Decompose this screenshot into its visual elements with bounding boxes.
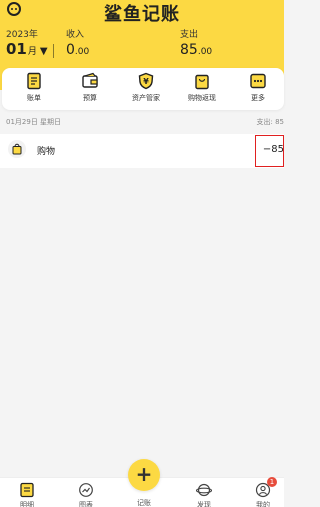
month-selector[interactable]: 01月 ▼ [6, 40, 48, 58]
quick-toolbar: 账单 预算 ¥ 资产管家 购物返现 更多 [2, 68, 284, 110]
svg-text:¥: ¥ [143, 77, 149, 86]
expense-int: 85 [180, 42, 198, 58]
budget-icon [82, 72, 98, 88]
tab-discover-label: 发现 [197, 501, 211, 507]
tab-detail[interactable]: 明细 [7, 482, 47, 507]
tab-profile[interactable]: 我的 [243, 482, 283, 507]
tab-chart-label: 图表 [79, 501, 93, 507]
year-label: 2023年 [6, 30, 38, 40]
asset-shield-icon: ¥ [138, 72, 154, 90]
more-icon [250, 73, 266, 89]
month-suffix: 月 [27, 47, 37, 57]
tab-detail-label: 明细 [20, 501, 34, 507]
shopping-bag-icon [195, 74, 209, 90]
tool-asset-manager-label: 资产管家 [132, 94, 160, 102]
app-title: 鲨鱼记账 [104, 4, 180, 25]
day-expense-total: 支出: 85 [256, 118, 285, 126]
month-value: 01 [6, 40, 27, 58]
chart-icon [79, 483, 93, 497]
detail-icon [20, 482, 34, 498]
tool-bill[interactable]: 账单 [4, 72, 64, 103]
bill-icon [27, 72, 41, 90]
record-row[interactable]: 购物 −85 [0, 134, 284, 168]
record-category: 购物 [37, 147, 56, 157]
header-divider [53, 44, 54, 58]
tool-budget-label: 预算 [83, 94, 97, 102]
tool-more-label: 更多 [251, 94, 265, 102]
amount-highlight-box [255, 135, 284, 167]
tab-chart[interactable]: 图表 [66, 482, 106, 507]
income-int: 0 [66, 42, 75, 58]
income-label: 收入 [66, 30, 85, 40]
chevron-down-icon: ▼ [39, 46, 48, 57]
discover-icon [196, 483, 212, 497]
expense-value: 85.00 [180, 42, 212, 58]
tab-discover[interactable]: 发现 [184, 482, 224, 507]
tool-shopping-cashback[interactable]: 购物返现 [172, 72, 232, 103]
tab-profile-label: 我的 [256, 501, 270, 507]
tool-budget[interactable]: 预算 [60, 72, 120, 103]
category-icon-wrapper [8, 140, 26, 158]
income-value: 0.00 [66, 42, 89, 58]
expense-label: 支出 [180, 30, 199, 40]
notification-badge: 1 [267, 477, 277, 487]
tool-shopping-cashback-label: 购物返现 [188, 94, 216, 102]
date-group-header: 01月29日 星期日 支出: 85 [0, 114, 284, 130]
tab-add-record-label: 记账 [137, 499, 151, 507]
tool-bill-label: 账单 [27, 94, 41, 102]
expense-dec: .00 [197, 47, 213, 57]
income-dec: .00 [74, 47, 90, 57]
record-date: 01月29日 星期日 [6, 118, 62, 126]
plus-icon: + [135, 462, 153, 486]
tool-more[interactable]: 更多 [228, 72, 288, 103]
add-record-button[interactable]: + [128, 459, 160, 491]
tool-asset-manager[interactable]: ¥ 资产管家 [116, 72, 176, 103]
shopping-bag-icon [12, 143, 22, 155]
